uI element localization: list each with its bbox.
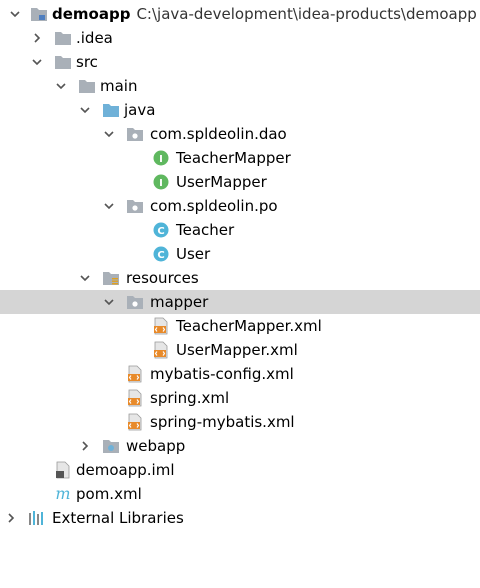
svg-text:I: I xyxy=(159,154,163,165)
tree-label-spring-mybatis-xml: spring-mybatis.xml xyxy=(150,413,295,431)
xml-file-icon xyxy=(126,365,144,383)
tree-row-user[interactable]: C User xyxy=(0,242,480,266)
tree-label-mybatis-config-xml: mybatis-config.xml xyxy=(150,365,294,383)
tree-label-pkg-dao: com.spldeolin.dao xyxy=(150,125,287,143)
tree-label-teacher-mapper: TeacherMapper xyxy=(176,149,291,167)
web-folder-icon xyxy=(102,437,120,455)
package-icon xyxy=(126,125,144,143)
tree-label-demoapp-iml: demoapp.iml xyxy=(76,461,175,479)
tree-label-teacher-mapper-xml: TeacherMapper.xml xyxy=(176,317,322,335)
tree-label-webapp: webapp xyxy=(126,437,186,455)
svg-text:C: C xyxy=(157,250,164,261)
tree-row-idea[interactable]: .idea xyxy=(0,26,480,50)
package-icon xyxy=(126,197,144,215)
tree-label-main: main xyxy=(100,77,138,95)
tree-row-pkg-po[interactable]: com.spldeolin.po xyxy=(0,194,480,218)
tree-row-pkg-dao[interactable]: com.spldeolin.dao xyxy=(0,122,480,146)
tree-row-teacher[interactable]: C Teacher xyxy=(0,218,480,242)
tree-label-mapper: mapper xyxy=(150,293,209,311)
class-icon: C xyxy=(152,221,170,239)
xml-file-icon xyxy=(126,389,144,407)
chevron-down-icon[interactable] xyxy=(102,295,116,309)
tree-label-pkg-po: com.spldeolin.po xyxy=(150,197,278,215)
source-folder-icon xyxy=(102,101,120,119)
chevron-down-icon[interactable] xyxy=(54,79,68,93)
folder-icon xyxy=(54,53,72,71)
folder-icon xyxy=(126,293,144,311)
tree-row-demoapp[interactable]: demoapp C:\java-development\idea-products… xyxy=(0,2,480,26)
interface-icon: I xyxy=(152,149,170,167)
xml-file-icon xyxy=(126,413,144,431)
tree-row-teacher-mapper-xml[interactable]: TeacherMapper.xml xyxy=(0,314,480,338)
module-folder-icon xyxy=(30,5,48,23)
tree-label-idea: .idea xyxy=(76,29,113,47)
tree-row-webapp[interactable]: webapp xyxy=(0,434,480,458)
chevron-down-icon[interactable] xyxy=(102,199,116,213)
resources-folder-icon xyxy=(102,269,120,287)
folder-icon xyxy=(54,29,72,47)
tree-row-spring-mybatis-xml[interactable]: spring-mybatis.xml xyxy=(0,410,480,434)
tree-label-user-mapper-xml: UserMapper.xml xyxy=(176,341,298,359)
tree-label-spring-xml: spring.xml xyxy=(150,389,230,407)
tree-label-external-libraries: External Libraries xyxy=(52,509,184,527)
tree-row-mapper[interactable]: mapper xyxy=(0,290,480,314)
tree-row-external-libraries[interactable]: External Libraries xyxy=(0,506,480,530)
xml-file-icon xyxy=(152,341,170,359)
chevron-right-icon[interactable] xyxy=(4,511,18,525)
xml-file-icon xyxy=(152,317,170,335)
chevron-right-icon[interactable] xyxy=(30,31,44,45)
tree-label-java: java xyxy=(124,101,156,119)
tree-label-user-mapper: UserMapper xyxy=(176,173,267,191)
interface-icon: I xyxy=(152,173,170,191)
iml-file-icon xyxy=(54,461,72,479)
tree-row-src[interactable]: src xyxy=(0,50,480,74)
chevron-down-icon[interactable] xyxy=(30,55,44,69)
tree-row-java[interactable]: java xyxy=(0,98,480,122)
chevron-down-icon[interactable] xyxy=(78,103,92,117)
tree-row-user-mapper-xml[interactable]: UserMapper.xml xyxy=(0,338,480,362)
project-path: C:\java-development\idea-products\demoap… xyxy=(136,5,477,23)
maven-icon: m xyxy=(54,485,72,503)
maven-badge: m xyxy=(55,486,70,502)
tree-row-pom-xml[interactable]: m pom.xml xyxy=(0,482,480,506)
tree-row-demoapp-iml[interactable]: demoapp.iml xyxy=(0,458,480,482)
tree-row-main[interactable]: main xyxy=(0,74,480,98)
tree-label-src: src xyxy=(76,53,98,71)
chevron-down-icon[interactable] xyxy=(78,271,92,285)
svg-text:I: I xyxy=(159,178,163,189)
tree-row-mybatis-config-xml[interactable]: mybatis-config.xml xyxy=(0,362,480,386)
tree-label-demoapp: demoapp xyxy=(52,5,131,23)
libraries-icon xyxy=(28,509,46,527)
tree-row-spring-xml[interactable]: spring.xml xyxy=(0,386,480,410)
folder-icon xyxy=(78,77,96,95)
tree-label-resources: resources xyxy=(126,269,199,287)
tree-row-user-mapper[interactable]: I UserMapper xyxy=(0,170,480,194)
tree-label-pom-xml: pom.xml xyxy=(76,485,142,503)
tree-label-teacher: Teacher xyxy=(176,221,235,239)
tree-label-user: User xyxy=(176,245,211,263)
tree-row-resources[interactable]: resources xyxy=(0,266,480,290)
tree-row-teacher-mapper[interactable]: I TeacherMapper xyxy=(0,146,480,170)
chevron-down-icon[interactable] xyxy=(8,7,22,21)
svg-text:C: C xyxy=(157,226,164,237)
class-icon: C xyxy=(152,245,170,263)
chevron-down-icon[interactable] xyxy=(102,127,116,141)
chevron-right-icon[interactable] xyxy=(78,439,92,453)
